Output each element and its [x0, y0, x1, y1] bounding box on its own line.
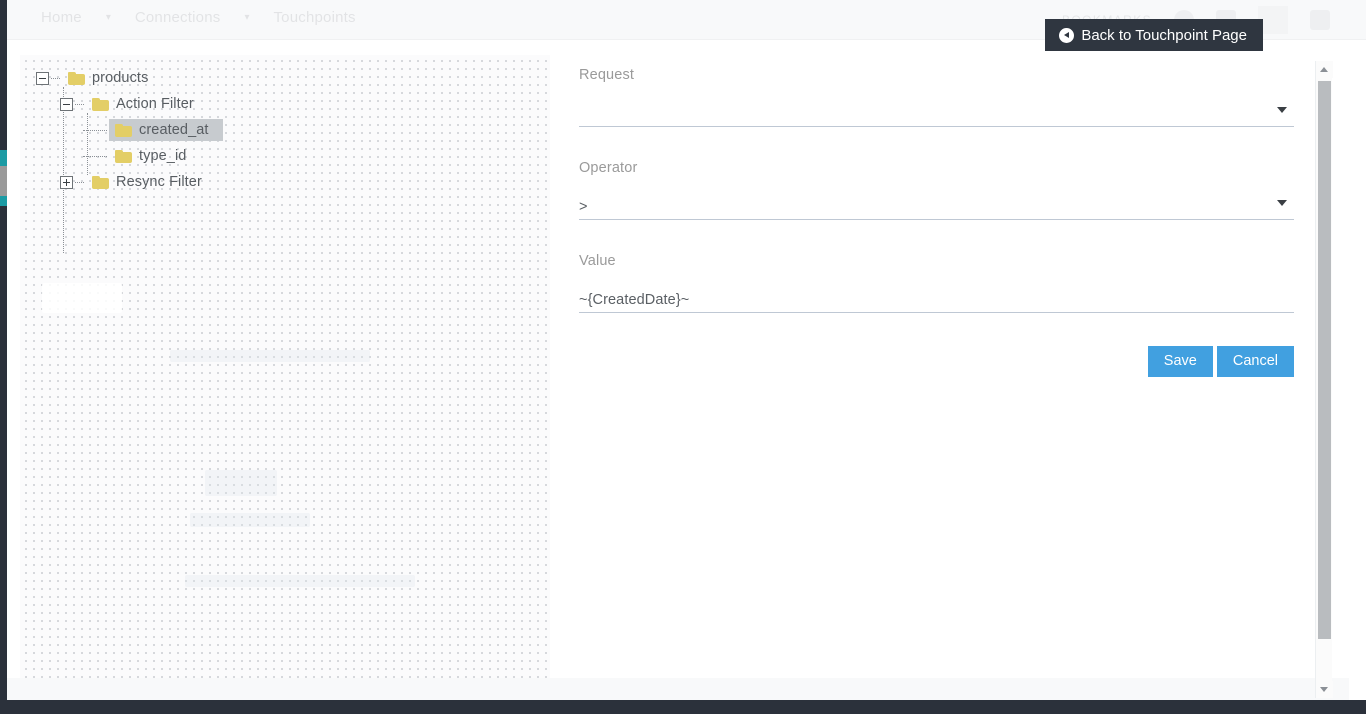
operator-select-value: > — [579, 199, 588, 215]
scrollbar-thumb[interactable] — [1318, 81, 1331, 639]
nav-item-connections[interactable]: Connections — [121, 9, 235, 26]
cancel-button[interactable]: Cancel — [1216, 346, 1294, 377]
tree-dash-connector — [83, 129, 107, 131]
footer-bar — [0, 700, 1366, 714]
ghost-block-a — [42, 283, 122, 313]
main-content: products Action Filter created_at type_i… — [7, 41, 1333, 698]
footer-padding — [7, 678, 1349, 700]
tree-node-label: products — [92, 70, 149, 86]
ghost-block-d — [185, 575, 415, 587]
triangle-down-icon[interactable] — [1316, 681, 1333, 698]
chevron-down-icon[interactable] — [1277, 107, 1287, 113]
application-window: Home ▾ Connections ▾ Touchpoints BOOKMAR… — [0, 0, 1366, 714]
rail-accent-bottom — [0, 196, 7, 206]
resource-tree: products Action Filter created_at type_i… — [36, 65, 223, 253]
nav-item-home[interactable]: Home — [27, 9, 96, 26]
vertical-scrollbar[interactable] — [1315, 61, 1333, 698]
expand-icon[interactable] — [1310, 10, 1330, 30]
entity-tree-panel: products Action Filter created_at type_i… — [20, 55, 550, 692]
form-actions: Save Cancel — [579, 346, 1294, 377]
nav-separator-caret-1: ▾ — [105, 12, 111, 23]
filter-condition-form: Request Operator > Value ~{CreatedDate}~ — [579, 67, 1294, 377]
top-navigation-items: Home ▾ Connections ▾ Touchpoints — [27, 9, 370, 26]
chevron-down-icon: ▾ — [244, 12, 250, 23]
tree-node-label: Action Filter — [116, 96, 194, 112]
folder-icon — [92, 97, 109, 111]
value-input-text: ~{CreatedDate}~ — [579, 292, 690, 308]
folder-icon — [68, 71, 85, 85]
nav-item-touchpoints[interactable]: Touchpoints — [259, 9, 369, 26]
tree-toggle-plus-icon[interactable] — [60, 175, 73, 189]
chevron-down-icon[interactable] — [1277, 200, 1287, 206]
folder-icon — [115, 123, 132, 137]
back-button-label: Back to Touchpoint Page — [1081, 26, 1247, 44]
tree-toggle-minus-icon[interactable] — [36, 71, 49, 85]
ghost-block-b — [205, 470, 277, 496]
tree-node-products[interactable]: products — [36, 65, 223, 91]
field-request: Request — [579, 67, 1294, 127]
tree-node-action-filter[interactable]: Action Filter — [36, 91, 223, 117]
tree-toggle-minus-icon[interactable] — [60, 97, 73, 111]
tree-node-selection: created_at — [109, 119, 223, 141]
left-rail — [0, 0, 7, 714]
field-label-request: Request — [579, 67, 635, 83]
save-button[interactable]: Save — [1147, 346, 1213, 377]
tree-dash-connector — [51, 77, 60, 79]
field-value: Value ~{CreatedDate}~ — [579, 253, 1294, 313]
ghost-block-e — [170, 350, 370, 362]
rail-segment-grey — [0, 166, 7, 196]
tree-node-label: type_id — [139, 148, 187, 164]
field-label-operator: Operator — [579, 160, 638, 176]
value-input[interactable]: ~{CreatedDate}~ — [579, 291, 1294, 313]
rail-accent-top — [0, 150, 7, 166]
field-label-value: Value — [579, 253, 616, 269]
request-select[interactable] — [579, 105, 1294, 127]
folder-icon — [92, 175, 109, 189]
ghost-block-c — [190, 513, 310, 527]
field-operator: Operator > — [579, 160, 1294, 220]
tree-node-resync-filter[interactable]: Resync Filter — [36, 169, 223, 195]
tree-node-label: created_at — [139, 122, 209, 138]
tree-dash-connector — [75, 181, 84, 183]
folder-icon — [115, 149, 132, 163]
back-to-touchpoint-page-button[interactable]: Back to Touchpoint Page — [1045, 19, 1263, 51]
tree-dash-connector — [83, 155, 107, 157]
tree-node-type-id[interactable]: type_id — [36, 143, 223, 169]
tree-node-created-at[interactable]: created_at — [36, 117, 223, 143]
tree-node-label: Resync Filter — [116, 174, 202, 190]
tree-dash-connector — [75, 103, 84, 105]
operator-select[interactable]: > — [579, 198, 1294, 220]
arrow-left-circle-icon — [1059, 27, 1075, 43]
triangle-up-icon[interactable] — [1316, 61, 1333, 78]
